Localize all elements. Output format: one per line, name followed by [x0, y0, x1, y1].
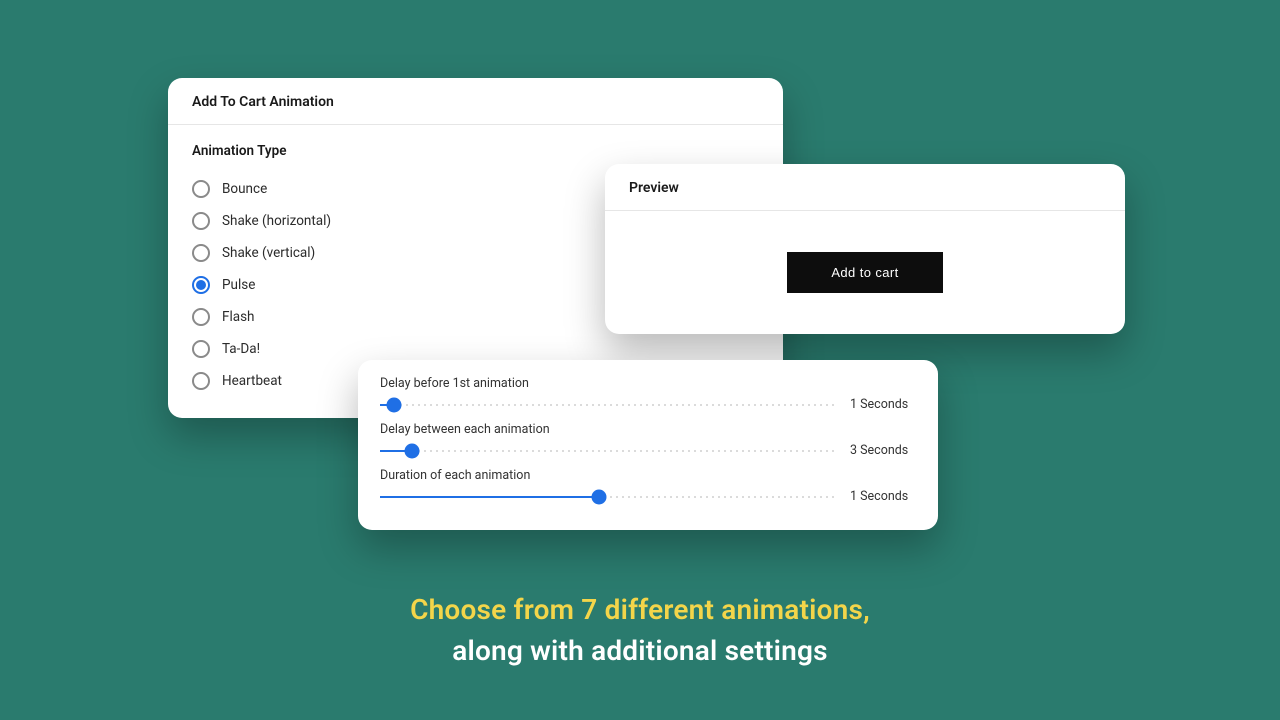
slider: Duration of each animation 1 Seconds — [380, 468, 916, 504]
animation-type-option-label: Flash — [222, 309, 255, 325]
slider-label: Duration of each animation — [380, 468, 916, 483]
animation-card-title: Add To Cart Animation — [168, 78, 783, 125]
timing-sliders-card: Delay before 1st animation1 SecondsDelay… — [358, 360, 938, 530]
slider-value: 3 Seconds — [850, 443, 916, 458]
radio-icon — [192, 340, 210, 358]
slider-thumb[interactable] — [386, 397, 401, 412]
slider: Delay between each animation 3 Seconds — [380, 422, 916, 458]
animation-type-label: Animation Type — [192, 143, 759, 159]
slider: Delay before 1st animation 1 Seconds — [380, 376, 916, 412]
caption-line-1: Choose from 7 different animations, — [0, 590, 1280, 631]
animation-type-option-label: Shake (horizontal) — [222, 213, 331, 229]
slider-value: 1 Seconds — [850, 489, 916, 504]
slider-track[interactable] — [380, 450, 836, 452]
slider-track[interactable] — [380, 496, 836, 498]
slider-value: 1 Seconds — [850, 397, 916, 412]
add-to-cart-button[interactable]: Add to cart — [787, 252, 942, 293]
radio-icon — [192, 372, 210, 390]
preview-body: Add to cart — [605, 211, 1125, 333]
slider-track[interactable] — [380, 404, 836, 406]
animation-type-option-label: Shake (vertical) — [222, 245, 315, 261]
caption-line-2: along with additional settings — [0, 631, 1280, 672]
slider-thumb[interactable] — [404, 443, 419, 458]
marketing-caption: Choose from 7 different animations, alon… — [0, 590, 1280, 671]
radio-icon — [192, 308, 210, 326]
radio-icon — [192, 212, 210, 230]
animation-type-option-label: Heartbeat — [222, 373, 282, 389]
animation-type-option-label: Pulse — [222, 277, 255, 293]
slider-label: Delay between each animation — [380, 422, 916, 437]
animation-type-option-label: Ta-Da! — [222, 341, 260, 357]
radio-icon — [192, 180, 210, 198]
slider-label: Delay before 1st animation — [380, 376, 916, 391]
animation-type-option-label: Bounce — [222, 181, 267, 197]
preview-card-title: Preview — [605, 164, 1125, 211]
preview-card: Preview Add to cart — [605, 164, 1125, 334]
radio-icon — [192, 276, 210, 294]
slider-thumb[interactable] — [591, 489, 606, 504]
radio-icon — [192, 244, 210, 262]
